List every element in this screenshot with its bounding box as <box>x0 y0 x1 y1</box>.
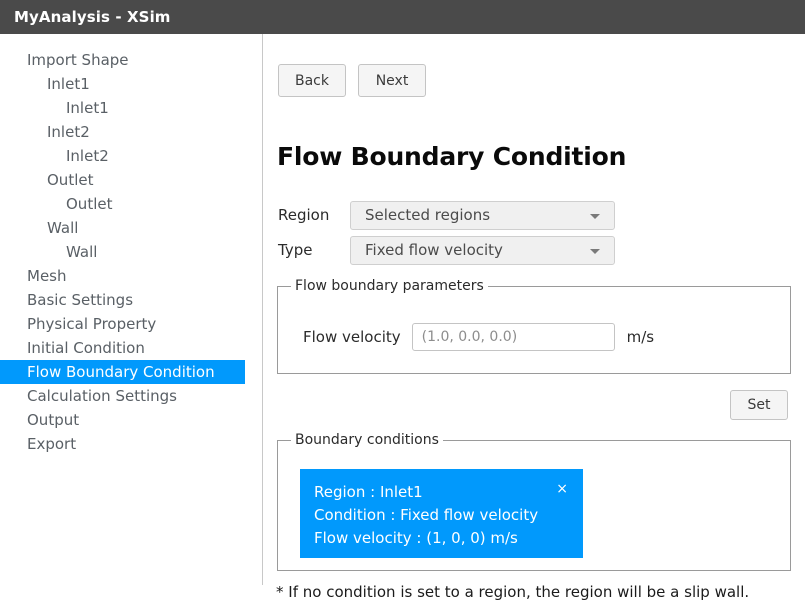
region-select-value: Selected regions <box>365 206 491 224</box>
sidebar-item-inlet1-group[interactable]: Inlet1 <box>0 72 262 96</box>
sidebar-item-mesh[interactable]: Mesh <box>0 264 262 288</box>
wizard-nav-buttons: Back Next <box>278 64 426 97</box>
boundary-condition-condition: Condition : Fixed flow velocity <box>314 506 539 524</box>
sidebar-item-inlet2-group[interactable]: Inlet2 <box>0 120 262 144</box>
flow-velocity-input[interactable] <box>411 323 615 351</box>
sidebar-item-initial-condition[interactable]: Initial Condition <box>0 336 262 360</box>
sidebar-item-wall-child[interactable]: Wall <box>0 240 262 264</box>
sidebar-item-export[interactable]: Export <box>0 432 262 456</box>
application-window: MyAnalysis - XSim Import Shape Inlet1 In… <box>0 0 805 601</box>
next-button[interactable]: Next <box>358 64 426 97</box>
type-select-value: Fixed flow velocity <box>365 241 503 259</box>
region-field-row: Region Selected regions <box>278 200 615 230</box>
footnote: * If no condition is set to a region, th… <box>276 583 750 601</box>
flow-boundary-parameters-legend: Flow boundary parameters <box>291 278 488 294</box>
close-icon[interactable]: × <box>556 482 568 496</box>
title-bar: MyAnalysis - XSim <box>0 0 805 34</box>
flow-velocity-label: Flow velocity <box>303 328 401 346</box>
sidebar-item-basic-settings[interactable]: Basic Settings <box>0 288 262 312</box>
boundary-conditions-legend: Boundary conditions <box>291 432 443 448</box>
sidebar-tree[interactable]: Import Shape Inlet1 Inlet1 Inlet2 Inlet2… <box>0 34 263 585</box>
sidebar-item-import-shape[interactable]: Import Shape <box>0 48 262 72</box>
flow-velocity-row: Flow velocity m/s <box>303 323 654 351</box>
sidebar-item-inlet1-child[interactable]: Inlet1 <box>0 96 262 120</box>
boundary-conditions-group: Boundary conditions Region : Inlet1 Cond… <box>277 432 791 571</box>
flow-velocity-unit: m/s <box>626 328 655 346</box>
boundary-condition-velocity: Flow velocity : (1, 0, 0) m/s <box>314 529 518 547</box>
sidebar-item-inlet2-child[interactable]: Inlet2 <box>0 144 262 168</box>
sidebar-item-flow-boundary-condition[interactable]: Flow Boundary Condition <box>0 360 245 384</box>
region-label: Region <box>278 206 330 224</box>
flow-boundary-parameters-group: Flow boundary parameters Flow velocity m… <box>277 278 791 374</box>
sidebar-item-output[interactable]: Output <box>0 408 262 432</box>
set-button[interactable]: Set <box>730 390 788 420</box>
boundary-condition-region: Region : Inlet1 <box>314 483 423 501</box>
page-title: Flow Boundary Condition <box>277 142 627 171</box>
boundary-condition-card[interactable]: Region : Inlet1 Condition : Fixed flow v… <box>300 469 583 558</box>
main-content: Back Next Flow Boundary Condition Region… <box>264 34 805 601</box>
sidebar-item-physical-property[interactable]: Physical Property <box>0 312 262 336</box>
type-select[interactable]: Fixed flow velocity <box>350 235 615 265</box>
sidebar-item-calculation-settings[interactable]: Calculation Settings <box>0 384 262 408</box>
type-label: Type <box>278 241 313 259</box>
sidebar-item-wall-group[interactable]: Wall <box>0 216 262 240</box>
type-field-row: Type Fixed flow velocity <box>278 235 615 265</box>
back-button[interactable]: Back <box>278 64 346 97</box>
window-title: MyAnalysis - XSim <box>14 8 171 26</box>
region-select[interactable]: Selected regions <box>350 200 615 230</box>
sidebar-item-outlet-child[interactable]: Outlet <box>0 192 262 216</box>
chevron-down-icon <box>590 248 600 254</box>
sidebar-item-outlet-group[interactable]: Outlet <box>0 168 262 192</box>
chevron-down-icon <box>590 213 600 219</box>
